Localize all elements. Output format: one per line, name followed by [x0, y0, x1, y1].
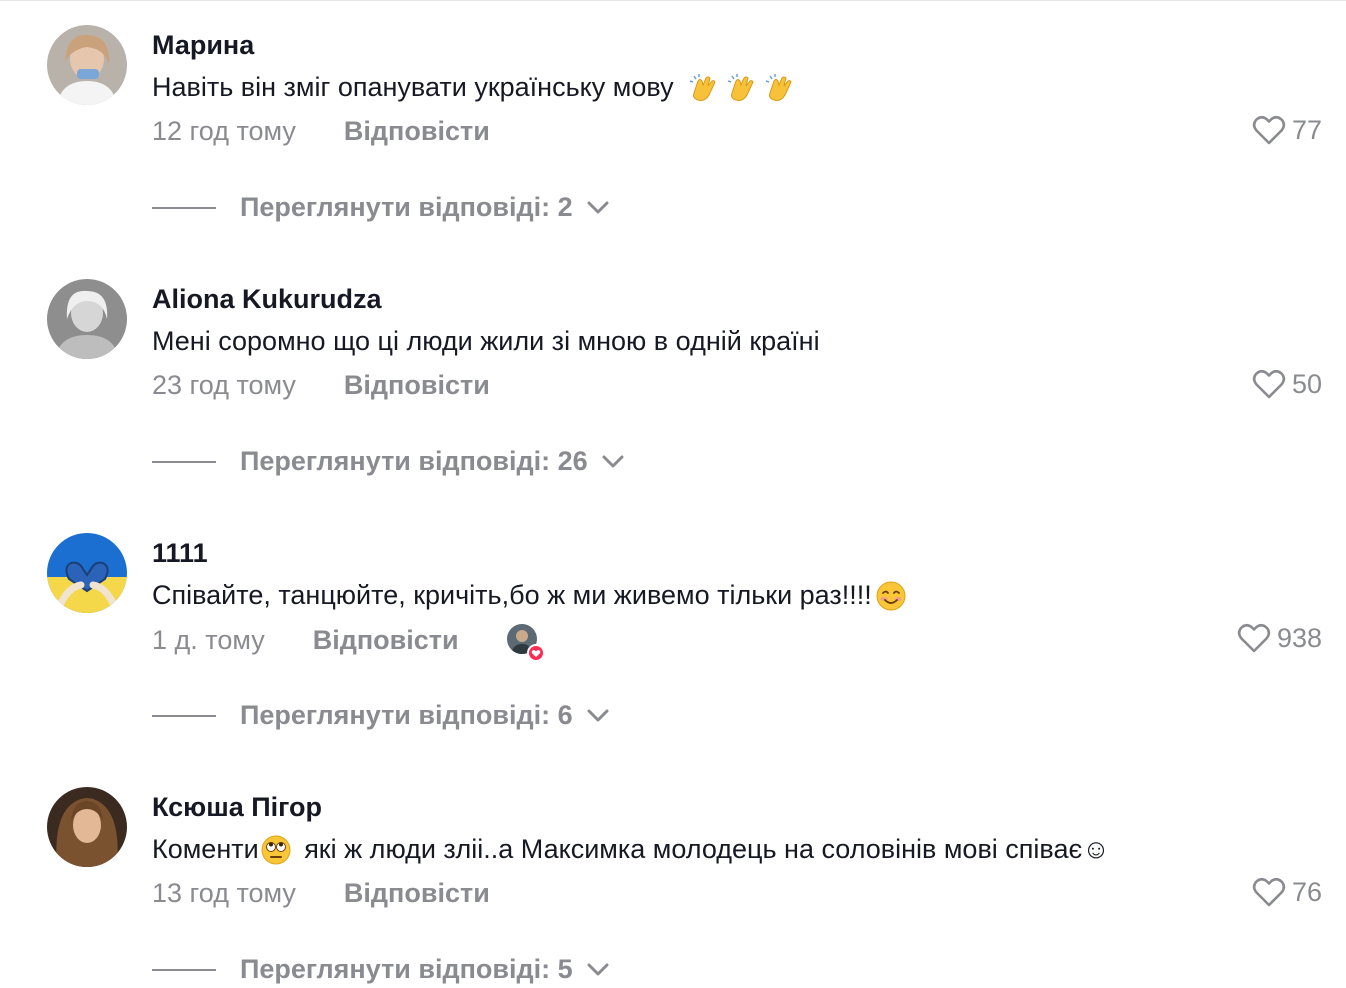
username[interactable]: Aliona Kukurudza — [152, 284, 382, 315]
comment-time: 1 д. тому — [152, 624, 265, 655]
comment-meta: 12 год тому Відповісти — [152, 116, 490, 147]
like-count: 938 — [1276, 622, 1322, 653]
avatar[interactable] — [47, 787, 127, 867]
divider-line — [152, 714, 216, 717]
comment-time: 12 год тому — [152, 116, 296, 146]
like-button[interactable]: 50 — [1252, 368, 1322, 400]
clapping-hands-icon — [688, 73, 718, 103]
avatar[interactable] — [47, 533, 127, 613]
chevron-down-icon — [587, 709, 609, 721]
comment-text-body: Співайте, танцюйте, кричіть,бо ж ми живе… — [152, 580, 872, 610]
view-replies-button[interactable]: Переглянути відповіді: 6 — [152, 700, 609, 731]
avatar-image — [47, 25, 127, 105]
comment-item: Aliona Kukurudza Мені соромно що ці люди… — [0, 254, 1346, 508]
username[interactable]: Марина — [152, 30, 254, 61]
comment-text: Коменти які ж люди зліі..а Максимка моло… — [152, 834, 1110, 865]
comment-text: Співайте, танцюйте, кричіть,бо ж ми живе… — [152, 580, 906, 611]
heart-outline-icon — [1252, 115, 1286, 145]
view-replies-label: Переглянути відповіді: 5 — [240, 954, 573, 984]
comment-text-before: Коменти — [152, 834, 259, 864]
divider-line — [152, 460, 216, 463]
heart-filled-icon — [526, 644, 545, 662]
divider-line — [152, 968, 216, 971]
comment-text: Навіть він зміг опанувати українську мов… — [152, 72, 794, 103]
view-replies-button[interactable]: Переглянути відповіді: 5 — [152, 954, 609, 985]
chevron-down-icon — [602, 455, 624, 467]
like-count: 77 — [1291, 114, 1322, 145]
comment-meta: 13 год тому Відповісти — [152, 878, 490, 909]
like-count: 50 — [1291, 368, 1322, 399]
view-replies-label: Переглянути відповіді: 2 — [240, 192, 573, 222]
comment-text-after: які ж люди зліі..а Максимка молодець на … — [296, 834, 1110, 864]
reply-button[interactable]: Відповісти — [344, 116, 490, 147]
liked-by-creator-badge — [506, 624, 545, 662]
view-replies-button[interactable]: Переглянути відповіді: 2 — [152, 192, 609, 223]
like-button[interactable]: 77 — [1252, 114, 1322, 146]
avatar[interactable] — [47, 25, 127, 105]
comment-text-body: Навіть він зміг опанувати українську мов… — [152, 72, 674, 102]
eye-roll-face-icon — [261, 835, 291, 865]
comment-time: 13 год тому — [152, 878, 296, 908]
reply-button[interactable]: Відповісти — [344, 370, 490, 401]
like-button[interactable]: 938 — [1237, 622, 1322, 654]
comment-meta: 23 год тому Відповісти — [152, 370, 490, 401]
comment-item: Ксюша Пігор Коменти які ж люди зліі..а М… — [0, 762, 1346, 988]
heart-outline-icon — [1252, 369, 1286, 399]
chevron-down-icon — [587, 963, 609, 975]
comment-text: Мені соромно що ці люди жили зі мною в о… — [152, 326, 820, 357]
view-replies-button[interactable]: Переглянути відповіді: 26 — [152, 446, 624, 477]
clapping-hands-icon — [726, 73, 756, 103]
comment-time: 23 год тому — [152, 370, 296, 400]
username[interactable]: Ксюша Пігор — [152, 792, 322, 823]
like-count: 76 — [1291, 876, 1322, 907]
comment-item: 1111 Співайте, танцюйте, кричіть,бо ж ми… — [0, 508, 1346, 762]
reply-button[interactable]: Відповісти — [313, 625, 459, 656]
view-replies-label: Переглянути відповіді: 6 — [240, 700, 573, 730]
like-button[interactable]: 76 — [1252, 876, 1322, 908]
heart-outline-icon — [1237, 623, 1271, 653]
comment-text-body: Мені соромно що ці люди жили зі мною в о… — [152, 326, 820, 356]
view-replies-label: Переглянути відповіді: 26 — [240, 446, 588, 476]
comment-meta: 1 д. тому Відповісти — [152, 624, 545, 662]
reply-button[interactable]: Відповісти — [344, 878, 490, 909]
avatar[interactable] — [47, 279, 127, 359]
username[interactable]: 1111 — [152, 538, 208, 569]
avatar-image — [47, 787, 127, 867]
heart-outline-icon — [1252, 877, 1286, 907]
smiling-face-icon — [876, 581, 906, 611]
comment-item: Марина Навіть він зміг опанувати українс… — [0, 0, 1346, 254]
chevron-down-icon — [587, 201, 609, 213]
avatar-image — [47, 533, 127, 613]
clapping-hands-icon — [764, 73, 794, 103]
avatar-image — [47, 279, 127, 359]
divider-line — [152, 206, 216, 209]
